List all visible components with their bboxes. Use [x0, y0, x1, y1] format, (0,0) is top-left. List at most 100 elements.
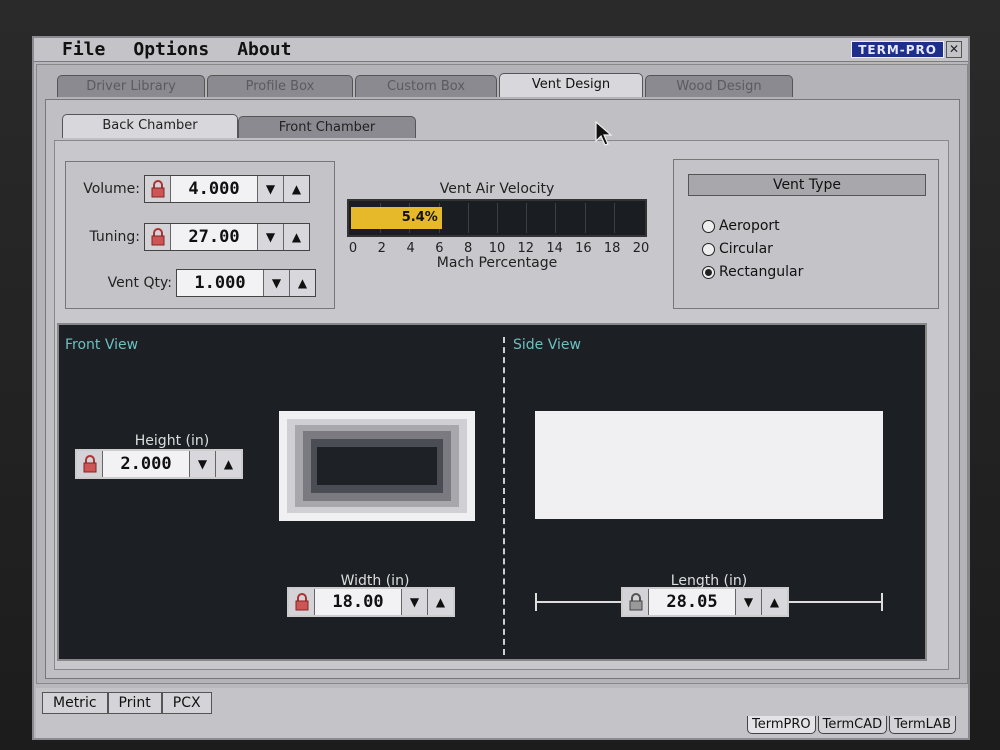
velocity-meter: 5.4%	[347, 199, 647, 237]
tab-back-chamber[interactable]: Back Chamber	[62, 114, 238, 138]
tab-termpro[interactable]: TermPRO	[747, 716, 816, 734]
length-down-button[interactable]: ▼	[735, 589, 761, 615]
radio-button[interactable]	[702, 219, 715, 233]
velocity-tick-label: 12	[517, 241, 535, 256]
vent-air-velocity: Vent Air Velocity 5.4% 0 2 4 6 8 10 12 14 16 18 20…	[347, 181, 650, 271]
print-button[interactable]: Print	[107, 692, 162, 714]
height-up-button[interactable]: ▲	[215, 451, 241, 477]
width-value[interactable]: 18.00	[315, 589, 401, 615]
mouse-cursor-icon	[595, 121, 613, 146]
tuning-row: Tuning: 27.00 ▼ ▲	[66, 222, 310, 252]
lock-icon[interactable]	[145, 176, 171, 202]
tab-wood-design[interactable]: Wood Design	[645, 75, 793, 97]
side-view-title: Side View	[513, 337, 581, 353]
velocity-tick-label: 6	[435, 241, 444, 256]
tuning-label: Tuning:	[89, 229, 140, 245]
main-tabs: Driver Library Profile Box Custom Box Ve…	[57, 73, 795, 99]
lock-icon[interactable]	[77, 451, 103, 477]
vent-design-content: Back Chamber Front Chamber Volume: 4.000…	[45, 99, 960, 679]
app-window: File Options About TERM-PRO ✕ Driver Lib…	[32, 36, 970, 740]
volume-value[interactable]: 4.000	[171, 176, 257, 202]
vent-type-title: Vent Type	[688, 174, 926, 196]
length-up-button[interactable]: ▲	[761, 589, 787, 615]
volume-field: 4.000 ▼ ▲	[144, 175, 310, 203]
velocity-gridline	[584, 203, 586, 233]
velocity-gridline	[497, 203, 498, 233]
length-dimension-cap	[535, 593, 537, 611]
pcx-button[interactable]: PCX	[161, 692, 212, 714]
height-label: Height (in)	[134, 433, 210, 449]
height-down-button[interactable]: ▼	[189, 451, 215, 477]
vent-qty-row: Vent Qty: 1.000 ▼ ▲	[66, 268, 316, 298]
radio-label: Circular	[719, 241, 773, 257]
height-value[interactable]: 2.000	[103, 451, 189, 477]
velocity-gridline	[526, 203, 528, 233]
length-dimension-cap	[881, 593, 883, 611]
width-up-button[interactable]: ▲	[427, 589, 453, 615]
bottom-buttons: Metric Print PCX	[42, 692, 212, 714]
lock-icon[interactable]	[289, 589, 315, 615]
front-view-vent	[279, 411, 475, 521]
radio-button[interactable]	[702, 242, 715, 256]
tuning-down-button[interactable]: ▼	[257, 224, 283, 250]
tab-custom-box[interactable]: Custom Box	[355, 75, 497, 97]
velocity-tick-label: 8	[464, 241, 473, 256]
velocity-gridline	[613, 203, 615, 233]
tab-termcad[interactable]: TermCAD	[817, 716, 888, 734]
radio-rectangular[interactable]: Rectangular	[702, 264, 803, 280]
volume-label: Volume:	[83, 181, 140, 197]
bottom-bar: Metric Print PCX TermPRO TermCAD TermLAB	[36, 688, 968, 738]
lock-icon[interactable]	[145, 224, 171, 250]
view-divider	[503, 337, 505, 655]
side-view-vent	[535, 411, 883, 519]
tab-vent-design[interactable]: Vent Design	[499, 73, 643, 97]
velocity-tick-label: 14	[546, 241, 563, 256]
menu-about[interactable]: About	[237, 39, 291, 60]
length-value[interactable]: 28.05	[649, 589, 735, 615]
radio-label: Aeroport	[719, 218, 780, 234]
tuning-value[interactable]: 27.00	[171, 224, 257, 250]
radio-button-selected[interactable]	[702, 265, 715, 279]
vent-type-group: Vent Type Aeroport Circular Rectangular	[673, 159, 939, 309]
back-chamber-content: Volume: 4.000 ▼ ▲ Tuning: 27.00 ▼ ▲ Vent…	[54, 140, 949, 670]
velocity-fill: 5.4%	[351, 207, 442, 229]
velocity-tick-label: 2	[377, 241, 386, 256]
volume-up-button[interactable]: ▲	[283, 176, 309, 202]
velocity-tick-label: 16	[575, 241, 592, 256]
vent-qty-field: 1.000 ▼ ▲	[176, 269, 316, 297]
radio-aeroport[interactable]: Aeroport	[702, 218, 780, 234]
velocity-unit-label: Mach Percentage	[436, 255, 558, 271]
velocity-tick-label: 20	[632, 241, 650, 256]
tuning-field: 27.00 ▼ ▲	[144, 223, 310, 251]
vent-qty-up-button[interactable]: ▲	[289, 270, 315, 296]
tab-termlab[interactable]: TermLAB	[889, 716, 956, 734]
vent-qty-value[interactable]: 1.000	[177, 270, 263, 296]
chamber-tabs: Back Chamber Front Chamber	[62, 114, 416, 140]
metric-button[interactable]: Metric	[42, 692, 108, 714]
velocity-tick-label: 10	[488, 241, 506, 256]
width-down-button[interactable]: ▼	[401, 589, 427, 615]
radio-circular[interactable]: Circular	[702, 241, 773, 257]
front-view-title: Front View	[65, 337, 139, 353]
velocity-tick-label: 0	[348, 241, 358, 256]
tab-driver-library[interactable]: Driver Library	[57, 75, 205, 97]
length-field: 28.05 ▼ ▲	[621, 587, 789, 617]
menu-file[interactable]: File	[62, 39, 105, 60]
lock-icon-unlocked[interactable]	[623, 589, 649, 615]
velocity-title: Vent Air Velocity	[439, 181, 555, 197]
main-panel: Driver Library Profile Box Custom Box Ve…	[36, 64, 968, 684]
velocity-gridline	[555, 203, 557, 233]
velocity-tick-label: 4	[406, 241, 415, 256]
menu-options[interactable]: Options	[133, 39, 209, 60]
width-field: 18.00 ▼ ▲	[287, 587, 455, 617]
close-button[interactable]: ✕	[946, 41, 962, 58]
volume-down-button[interactable]: ▼	[257, 176, 283, 202]
velocity-gridline	[467, 203, 469, 233]
vent-qty-down-button[interactable]: ▼	[263, 270, 289, 296]
tab-profile-box[interactable]: Profile Box	[207, 75, 353, 97]
app-logo: TERM-PRO	[851, 41, 944, 58]
velocity-tick-label: 18	[603, 241, 621, 256]
tab-front-chamber[interactable]: Front Chamber	[238, 116, 416, 138]
vent-parameters: Volume: 4.000 ▼ ▲ Tuning: 27.00 ▼ ▲ Vent…	[65, 161, 335, 309]
tuning-up-button[interactable]: ▲	[283, 224, 309, 250]
